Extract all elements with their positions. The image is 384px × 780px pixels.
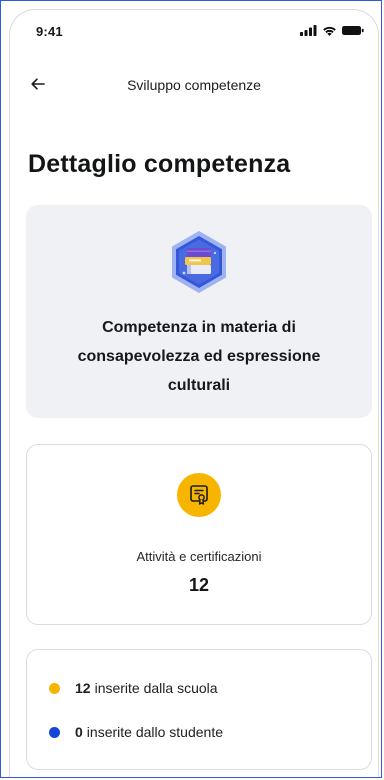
school-dot — [49, 682, 60, 694]
school-label: inserite dalla scuola — [94, 680, 218, 696]
student-dot — [49, 726, 60, 738]
signal-icon — [300, 25, 317, 36]
books-badge-icon — [172, 231, 226, 293]
status-bar: 9:41 — [10, 10, 378, 50]
competence-name: Competenza in materia di consapevolezza … — [77, 319, 321, 394]
breakdown-row-student: 0 inserite dallo studente — [49, 724, 223, 740]
page-title: Dettaglio competenza — [28, 150, 291, 178]
student-count: 0 — [75, 724, 83, 740]
activities-label: Attività e certificazioni — [136, 549, 262, 564]
breakdown-row-school: 12 inserite dalla scuola — [49, 680, 218, 696]
status-time: 9:41 — [36, 24, 63, 39]
phone-screen: 9:41 Sviluppo competenze Dettaglio compe… — [9, 9, 379, 777]
school-count: 12 — [75, 680, 91, 696]
competence-card: Competenza in materia di consapevolezza … — [26, 205, 372, 418]
wifi-icon — [323, 26, 336, 36]
activities-card: Attività e certificazioni 12 — [26, 444, 372, 625]
student-label: inserite dallo studente — [86, 724, 223, 740]
screen-frame: 9:41 Sviluppo competenze Dettaglio compe… — [0, 0, 382, 778]
navigation-bar: Sviluppo competenze — [10, 66, 378, 102]
nav-title: Sviluppo competenze — [127, 77, 261, 93]
battery-icon — [342, 26, 364, 35]
breakdown-card: 12 inserite dalla scuola 0 inserite dall… — [26, 649, 372, 770]
certificate-icon — [190, 485, 208, 505]
certificate-icon-badge — [177, 473, 221, 517]
activities-count: 12 — [188, 575, 210, 595]
status-icons — [300, 25, 364, 36]
